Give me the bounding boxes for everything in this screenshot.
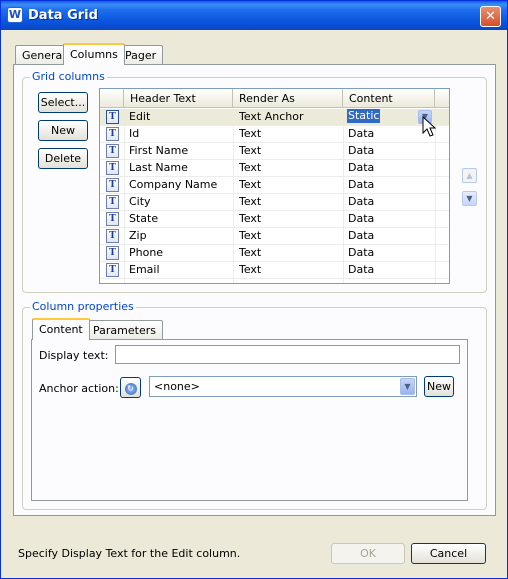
mouse-cursor-icon (422, 116, 437, 137)
dropdown-arrow-icon[interactable]: ▼ (400, 378, 415, 395)
ok-button[interactable]: OK (331, 543, 405, 564)
table-row[interactable]: T Company Name Text Data (100, 177, 449, 194)
content-source-cell: Data (348, 161, 375, 174)
close-button[interactable]: ✕ (480, 6, 501, 27)
render-as-cell: Text (239, 246, 262, 259)
tab-columns[interactable]: Columns (63, 43, 125, 65)
text-type-icon: T (106, 178, 119, 192)
content-source-cell: Data (348, 212, 375, 225)
title-bar[interactable]: W Data Grid ✕ (1, 1, 507, 30)
text-type-icon: T (106, 263, 119, 277)
chevron-down-icon: ▼ (466, 194, 473, 203)
column-header-header-text[interactable]: Header Text (124, 89, 233, 108)
text-type-icon: T (106, 110, 119, 124)
link-icon: ↻ (124, 383, 137, 395)
status-text: Specify Display Text for the Edit column… (18, 547, 241, 560)
data-grid-dialog: W Data Grid ✕ General Columns Pager Grid… (0, 0, 508, 579)
header-text-cell: Edit (129, 110, 151, 123)
content-source-cell: Data (348, 195, 375, 208)
text-type-icon: T (106, 212, 119, 226)
table-row[interactable]: T Phone Text Data (100, 245, 449, 262)
anchor-action-select[interactable]: <none> ▼ (149, 376, 417, 397)
header-text-cell: Last Name (129, 161, 188, 174)
column-properties-label: Column properties (30, 300, 136, 313)
content-source-cell: Data (348, 263, 375, 276)
tab-parameters[interactable]: Parameters (86, 320, 163, 340)
table-row[interactable]: T Zip Text Data (100, 228, 449, 245)
column-header-content-source[interactable]: Content Source (343, 89, 435, 124)
move-down-button[interactable]: ▼ (462, 191, 477, 206)
header-text-cell: Zip (129, 229, 147, 242)
table-row[interactable]: T State Text Data (100, 211, 449, 228)
chevron-up-icon: ▲ (466, 171, 473, 180)
text-type-icon: T (106, 229, 119, 243)
new-anchor-action-button[interactable]: New (424, 376, 454, 397)
header-text-cell: Id (129, 127, 140, 140)
app-icon: W (7, 7, 23, 23)
new-column-button[interactable]: New (38, 120, 88, 141)
render-as-cell: Text (239, 212, 262, 225)
delete-column-button[interactable]: Delete (38, 148, 88, 169)
select-button[interactable]: Select... (38, 92, 88, 113)
close-icon: ✕ (485, 9, 496, 24)
render-as-cell: Text (239, 127, 262, 140)
table-row[interactable]: T Id Text Data (100, 126, 449, 143)
text-type-icon: T (106, 161, 119, 175)
tab-content[interactable]: Content (32, 318, 90, 340)
column-header-render-as[interactable]: Render As (233, 89, 343, 108)
display-text-input[interactable] (115, 345, 460, 364)
move-up-button[interactable]: ▲ (462, 168, 477, 183)
window-title: Data Grid (28, 8, 98, 23)
anchor-action-label: Anchor action: (39, 382, 119, 395)
table-row[interactable]: T Email Text Data (100, 262, 449, 279)
cancel-button[interactable]: Cancel (411, 543, 486, 564)
render-as-cell: Text (239, 161, 262, 174)
header-text-cell: First Name (129, 144, 189, 157)
table-row[interactable]: T Edit Text Anchor Static ▼ (100, 109, 449, 126)
header-icon-column (100, 89, 124, 108)
render-as-cell: Text (239, 144, 262, 157)
content-source-cell: Data (348, 178, 375, 191)
render-as-cell: Text (239, 195, 262, 208)
display-text-label: Display text: (39, 349, 109, 362)
anchor-action-refresh-button[interactable]: ↻ (120, 377, 141, 398)
text-type-icon: T (106, 246, 119, 260)
grid-header: Header Text Render As Content Source (100, 89, 449, 124)
header-text-cell: Phone (129, 246, 164, 259)
render-as-cell: Text Anchor (239, 110, 304, 123)
text-type-icon: T (106, 195, 119, 209)
render-as-cell: Text (239, 178, 262, 191)
text-type-icon: T (106, 144, 119, 158)
header-text-cell: State (129, 212, 159, 225)
content-source-editor[interactable]: Static (347, 109, 381, 123)
header-text-cell: Company Name (129, 178, 218, 191)
content-source-cell: Data (348, 144, 375, 157)
content-source-cell: Data (348, 229, 375, 242)
text-type-icon: T (106, 127, 119, 141)
render-as-cell: Text (239, 229, 262, 242)
anchor-action-value: <none> (154, 380, 200, 393)
render-as-cell: Text (239, 263, 262, 276)
header-text-cell: Email (129, 263, 160, 276)
table-row[interactable]: T First Name Text Data (100, 143, 449, 160)
grid-columns-label: Grid columns (30, 70, 107, 83)
content-tab-panel: Display text: Anchor action: ↻ <none> ▼ … (31, 339, 468, 501)
table-row[interactable]: T City Text Data (100, 194, 449, 211)
content-source-cell: Data (348, 246, 375, 259)
header-text-cell: City (129, 195, 151, 208)
table-row[interactable]: T Last Name Text Data (100, 160, 449, 177)
grid-columns-table[interactable]: Header Text Render As Content Source T E… (99, 88, 450, 284)
content-source-cell: Data (348, 127, 375, 140)
